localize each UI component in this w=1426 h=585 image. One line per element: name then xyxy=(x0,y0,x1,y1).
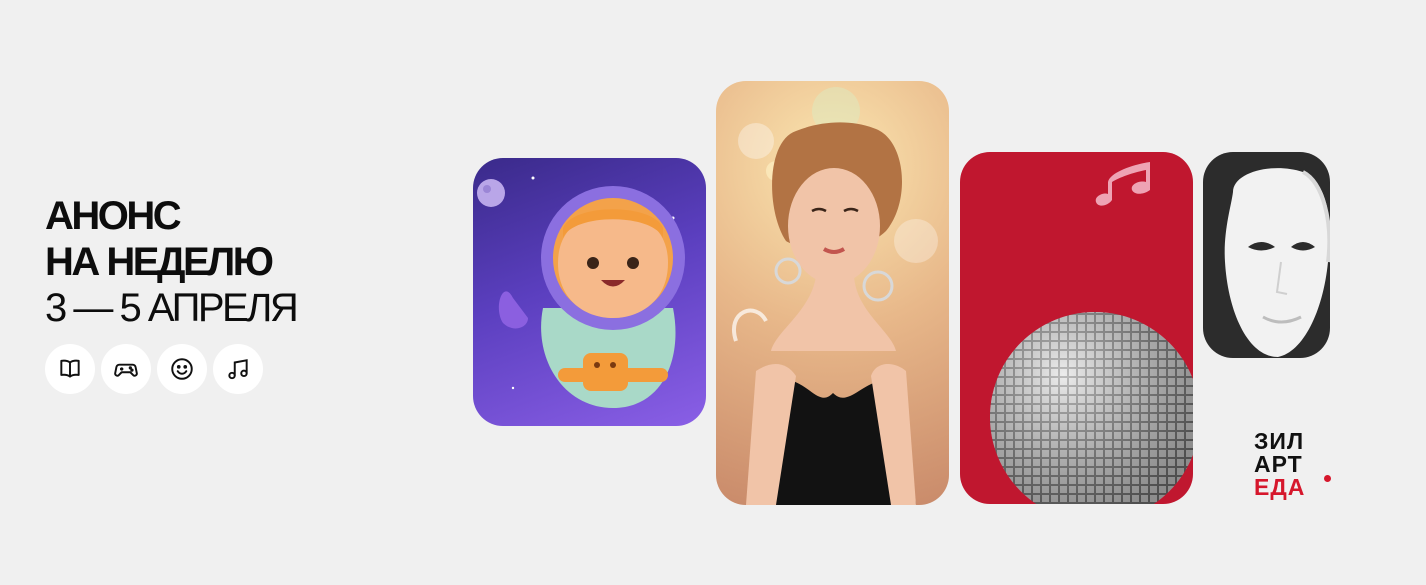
event-card-singer[interactable] xyxy=(716,81,949,505)
disco-ball-image xyxy=(990,162,1193,504)
gamepad-icon xyxy=(114,363,138,377)
category-buttons xyxy=(45,344,263,394)
astronaut-illustration xyxy=(477,176,685,408)
heading-line-1: АНОНС xyxy=(45,194,182,238)
category-comedy-button[interactable] xyxy=(157,344,207,394)
music-note-icon xyxy=(228,359,248,380)
event-card-theater[interactable] xyxy=(1203,152,1330,358)
event-card-astronaut[interactable] xyxy=(473,158,706,426)
logo-line-1: ЗИЛ xyxy=(1254,428,1305,454)
heading-date-range: 3 — 5 АПРЕЛЯ xyxy=(45,286,299,330)
singer-photo xyxy=(732,87,938,505)
logo-dot xyxy=(1324,475,1331,482)
heading-line-2: НА НЕДЕЛЮ xyxy=(45,240,274,284)
category-games-button[interactable] xyxy=(101,344,151,394)
zil-art-eda-logo: ЗИЛ АРТ ЕДА xyxy=(1254,428,1331,500)
announcement-heading: АНОНС НА НЕДЕЛЮ 3 — 5 АПРЕЛЯ xyxy=(45,193,299,331)
book-icon xyxy=(60,359,80,378)
event-card-disco[interactable] xyxy=(960,152,1193,504)
logo-line-3: ЕДА xyxy=(1254,474,1306,500)
logo-line-2: АРТ xyxy=(1254,451,1303,477)
category-music-button[interactable] xyxy=(213,344,263,394)
category-books-button[interactable] xyxy=(45,344,95,394)
smiley-icon xyxy=(171,358,193,380)
theater-mask-image xyxy=(1224,168,1330,357)
